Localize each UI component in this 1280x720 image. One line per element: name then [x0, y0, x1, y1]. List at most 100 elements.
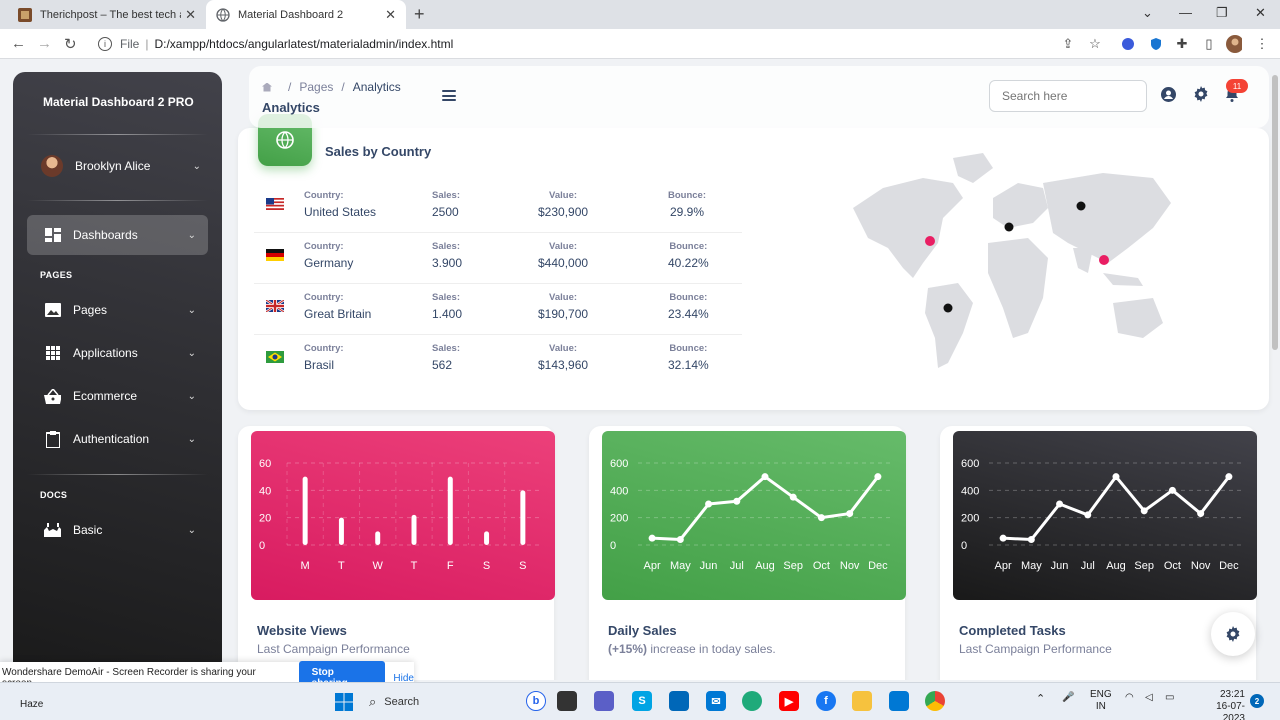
vscode-icon[interactable]	[889, 691, 909, 711]
close-window-icon[interactable]: ✕	[1255, 5, 1266, 21]
map-europe	[993, 183, 1048, 228]
line-chart: 600 400 200 0 Apr May Jun Jul Aug Sep Oct Nov Dec	[961, 458, 1243, 572]
sidebar-item-ecommerce[interactable]: Ecommerce ⌄	[27, 376, 208, 416]
puzzle-extensions-icon[interactable]: ✚	[1174, 36, 1190, 52]
forward-icon[interactable]: →	[37, 35, 52, 52]
file-explorer-icon[interactable]	[852, 691, 872, 711]
x-tick-label: May	[1021, 560, 1042, 572]
youtube-icon[interactable]: ▶	[779, 691, 799, 711]
browser-tab-material-dashboard[interactable]: Material Dashboard 2 ✕	[206, 0, 406, 29]
language-indicator[interactable]: ENG IN	[1090, 689, 1112, 713]
browser-tab-therichpost[interactable]: Therichpost – The best tech and ✕	[8, 0, 206, 29]
map-marker-brazil	[943, 303, 953, 313]
map-marker-russia	[1076, 201, 1086, 211]
sidebar-user[interactable]: Brooklyn Alice ⌄	[41, 155, 201, 177]
country-label: Country:	[304, 292, 344, 303]
reload-icon[interactable]: ↻	[64, 35, 77, 53]
germany-flag-icon	[266, 249, 284, 261]
teams-chat-icon[interactable]	[594, 691, 614, 711]
microphone-icon[interactable]: 🎤	[1062, 692, 1074, 704]
browser-toolbar: ← → ↻ i File | D:/xampp/htdocs/angularla…	[0, 29, 1280, 59]
browser-menu-icon[interactable]: ⋮	[1254, 36, 1270, 52]
bounce-label: Bounce:	[669, 241, 708, 252]
sales-value: 1.400	[432, 307, 463, 321]
avatar	[41, 155, 63, 177]
sales-value: 562	[432, 358, 453, 372]
terminal-app-icon[interactable]	[557, 691, 577, 711]
taskbar-search-label: Search	[384, 696, 420, 708]
value-value: $440,000	[538, 256, 589, 270]
volume-icon[interactable]: ◁	[1145, 692, 1153, 704]
bing-icon[interactable]: b	[526, 691, 546, 711]
x-tick-label: Dec	[868, 560, 888, 572]
configurator-settings-button[interactable]	[1211, 612, 1255, 656]
sidebar-item-label: Basic	[73, 523, 103, 537]
hands-icon	[44, 522, 61, 539]
breadcrumb: / Pages / Analytics	[262, 80, 401, 94]
page-scrollbar[interactable]	[1272, 75, 1278, 350]
close-tab-icon[interactable]: ✕	[385, 7, 396, 23]
shield-extension-icon[interactable]	[1148, 36, 1164, 52]
x-tick-label: Aug	[755, 560, 775, 572]
x-tick-label: Apr	[644, 560, 661, 572]
facebook-icon[interactable]: f	[816, 691, 836, 711]
menu-toggle-icon[interactable]	[442, 90, 456, 101]
windows-start-icon[interactable]	[334, 692, 354, 712]
clock[interactable]: 23:21 16-07-2023	[1205, 689, 1245, 720]
store-icon[interactable]	[669, 691, 689, 711]
sidebar-item-basic[interactable]: Basic ⌄	[27, 510, 208, 550]
weather-widget[interactable]: Haze	[20, 688, 43, 710]
sidebar-item-dashboards[interactable]: Dashboards ⌄	[27, 215, 208, 255]
bounce-label: Bounce:	[669, 343, 708, 354]
data-point	[761, 473, 769, 481]
minimize-icon[interactable]: —	[1179, 5, 1192, 20]
chart-area: 600 400 200 0 Apr May Jun Jul Aug Sep Oct Nov Dec	[602, 431, 906, 600]
tab-search-chevron-icon[interactable]: ⌄	[1142, 5, 1153, 21]
search-input[interactable]	[989, 80, 1147, 112]
sales-label: Sales:	[432, 190, 460, 201]
account-icon[interactable]	[1160, 86, 1176, 102]
breadcrumb-pages[interactable]: Pages	[299, 80, 333, 94]
skype-icon[interactable]: S	[632, 691, 652, 711]
mail-icon[interactable]: ✉	[706, 691, 726, 711]
wifi-icon[interactable]: ◠	[1125, 692, 1134, 704]
back-icon[interactable]: ←	[11, 35, 26, 52]
top-navbar: / Pages / Analytics Analytics 11	[249, 66, 1269, 128]
browser-tab-strip: Therichpost – The best tech and ✕ Materi…	[0, 0, 1280, 29]
bookmark-star-icon[interactable]: ☆	[1087, 36, 1103, 52]
bounce-value: 40.22%	[668, 256, 709, 270]
sidebar-item-pages[interactable]: Pages ⌄	[27, 290, 208, 330]
x-tick-label: Nov	[840, 560, 860, 572]
chrome-icon[interactable]	[925, 691, 945, 711]
profile-avatar-icon[interactable]	[1226, 35, 1242, 53]
data-point	[817, 514, 825, 522]
sidebar-item-authentication[interactable]: Authentication ⌄	[27, 419, 208, 459]
new-tab-icon[interactable]: +	[414, 4, 425, 25]
home-icon[interactable]	[262, 82, 272, 92]
sales-label: Sales:	[432, 292, 460, 303]
x-tick-label: Sep	[1134, 560, 1154, 572]
sidebar-item-applications[interactable]: Applications ⌄	[27, 333, 208, 373]
side-panel-icon[interactable]: ▯	[1201, 36, 1217, 52]
country-label: Country:	[304, 343, 344, 354]
edge-icon[interactable]	[742, 691, 762, 711]
share-icon[interactable]: ⇪	[1060, 36, 1076, 52]
extension-icon[interactable]	[1120, 36, 1136, 52]
tray-chevron-up-icon[interactable]: ⌃	[1036, 693, 1045, 705]
close-tab-icon[interactable]: ✕	[185, 7, 196, 23]
tab-title: Therichpost – The best tech and	[40, 8, 181, 21]
data-point	[999, 534, 1007, 542]
address-bar[interactable]: i File | D:/xampp/htdocs/angularlatest/m…	[92, 33, 1112, 55]
info-icon[interactable]: i	[98, 37, 112, 51]
maximize-icon[interactable]: ❐	[1216, 5, 1228, 21]
x-tick-label: Oct	[813, 560, 830, 572]
battery-icon[interactable]: ▭	[1165, 692, 1174, 704]
notification-count-badge[interactable]: 2	[1250, 694, 1264, 708]
map-marker-china	[1099, 255, 1109, 265]
clipboard-icon	[44, 430, 61, 448]
brand-name[interactable]: Material Dashboard 2 PRO	[43, 95, 194, 109]
sidebar-item-label: Pages	[73, 303, 108, 317]
settings-gear-icon[interactable]	[1193, 86, 1209, 102]
taskbar-search[interactable]: ⌕ Search	[369, 692, 529, 712]
url-scheme: File	[120, 37, 140, 51]
